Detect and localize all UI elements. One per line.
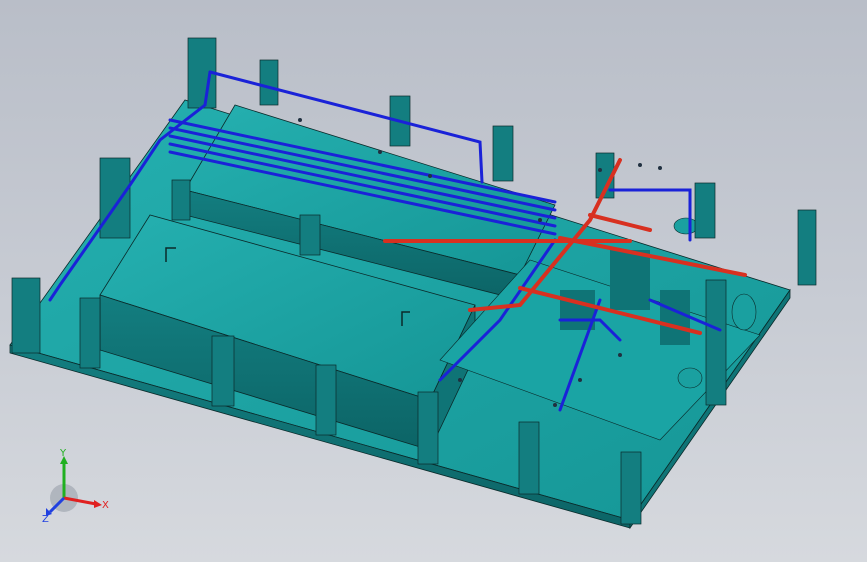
coordinate-triad: Y X Z [42, 448, 109, 525]
cad-viewport[interactable] [0, 0, 867, 562]
x-arrow-icon [94, 500, 102, 508]
z-axis-label: Z [42, 514, 49, 525]
x-axis-label: X [102, 500, 109, 511]
y-axis-label: Y [59, 448, 67, 459]
